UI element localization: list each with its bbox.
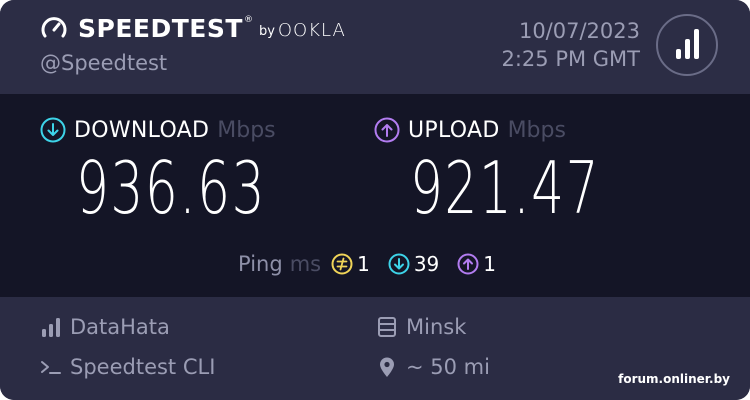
results-button[interactable] xyxy=(656,14,718,76)
test-time: 2:25 PM GMT xyxy=(501,47,640,71)
results-panel: DOWNLOAD Mbps 936.63 UPLOAD Mbps 921.47 … xyxy=(0,94,750,297)
bar-chart-bar xyxy=(693,29,699,59)
arrow-down-circle-icon xyxy=(40,117,66,143)
isp-name: DataHata xyxy=(70,315,170,339)
client-name: Speedtest CLI xyxy=(70,355,216,379)
server-icon xyxy=(378,317,396,337)
ping-label: Ping xyxy=(238,252,283,276)
arrow-up-circle-icon xyxy=(457,253,479,275)
server-info[interactable]: Minsk xyxy=(376,312,466,342)
download-value: 936.63 xyxy=(76,146,267,230)
ping-unit: ms xyxy=(289,252,322,276)
ping-upload-value: 1 xyxy=(483,252,497,276)
arrow-up-circle-icon xyxy=(374,117,400,143)
test-datetime: 10/07/2023 2:25 PM GMT xyxy=(501,17,640,73)
trademark-symbol: ® xyxy=(243,15,253,25)
speedtest-logo[interactable]: SPEEDTEST ® by OOKLA xyxy=(40,15,346,43)
server-distance: ~ 50 mi xyxy=(406,355,490,379)
company-name: OOKLA xyxy=(277,19,346,41)
arrow-down-circle-icon xyxy=(388,253,410,275)
account-handle[interactable]: @Speedtest xyxy=(40,50,167,76)
jitter-circle-icon xyxy=(331,253,353,275)
test-date: 10/07/2023 xyxy=(518,19,640,43)
header: SPEEDTEST ® by OOKLA @Speedtest 10/07/20… xyxy=(0,0,750,94)
terminal-icon xyxy=(41,361,61,374)
client-info: Speedtest CLI xyxy=(40,352,215,382)
speedometer-icon xyxy=(41,17,67,38)
ping-download-value: 39 xyxy=(413,252,440,276)
bar-chart-bar xyxy=(684,39,690,59)
bar-chart-icon xyxy=(674,29,701,59)
signal-bars-icon xyxy=(42,318,60,337)
brand-name: SPEEDTEST xyxy=(78,14,243,43)
server-location: Minsk xyxy=(406,315,467,339)
distance-info: ~ 50 mi xyxy=(376,352,490,382)
ping-idle-value: 1 xyxy=(357,252,370,276)
isp-info[interactable]: DataHata xyxy=(40,312,170,342)
upload-value: 921.47 xyxy=(410,146,601,230)
bar-chart-bar xyxy=(675,49,681,59)
ping-row: Ping ms 1 39 1 xyxy=(238,248,514,280)
connection-info: DataHata Minsk Speedtest CLI ~ 50 mi for… xyxy=(0,297,750,400)
speedtest-result-card: SPEEDTEST ® by OOKLA @Speedtest 10/07/20… xyxy=(0,0,750,400)
by-text: by xyxy=(258,23,275,39)
watermark: forum.onliner.by xyxy=(618,372,730,386)
map-pin-icon xyxy=(380,357,394,377)
